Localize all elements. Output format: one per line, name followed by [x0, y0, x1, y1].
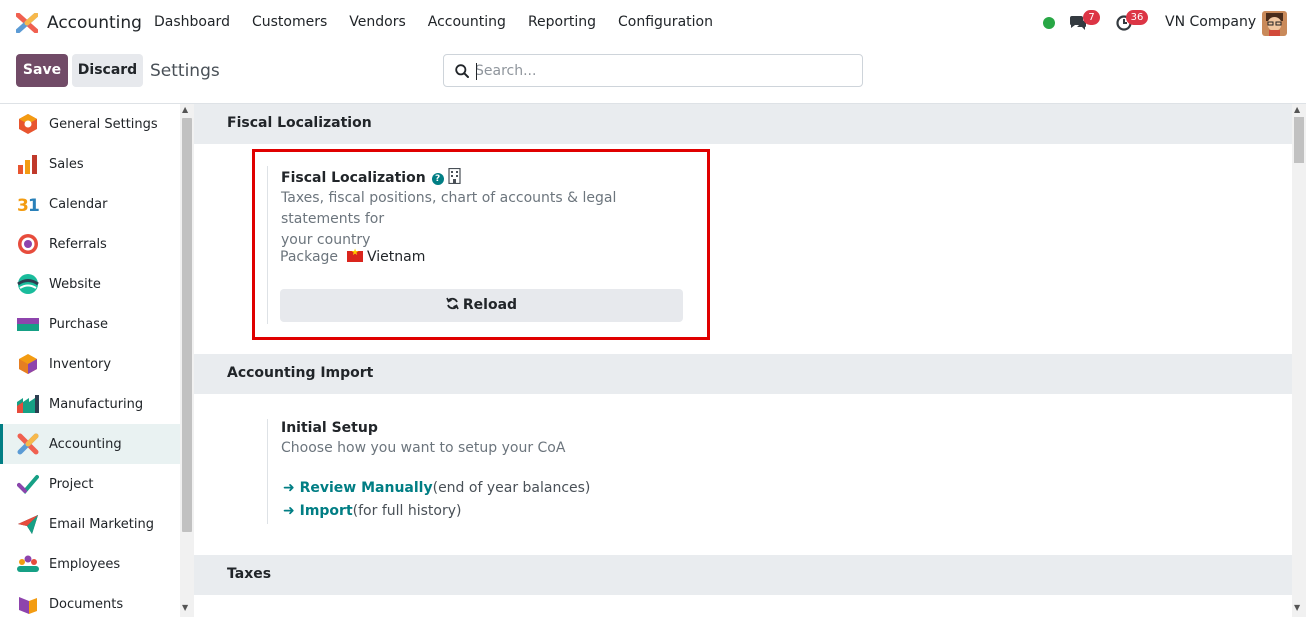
sidebar-item-label: Employees — [49, 556, 121, 572]
section-header-accounting-import: Accounting Import — [194, 354, 1292, 394]
arrow-right-icon: ➜ — [283, 480, 300, 496]
section-header-fiscal-localization: Fiscal Localization — [194, 104, 1292, 144]
review-manually-link[interactable]: Review Manually — [300, 480, 433, 496]
discard-button[interactable]: Discard — [72, 54, 143, 87]
sidebar-item-calendar[interactable]: 3 1 Calendar — [0, 184, 180, 224]
arrow-right-icon: ➜ — [283, 503, 300, 519]
sidebar-item-email-marketing[interactable]: Email Marketing — [0, 504, 180, 544]
review-manually-link-row[interactable]: ➜ Review Manually(end of year balances) — [283, 480, 590, 496]
accounting-app-icon[interactable] — [16, 13, 38, 33]
sidebar-item-inventory[interactable]: Inventory — [0, 344, 180, 384]
activity-count-badge: 36 — [1126, 10, 1148, 25]
scroll-down-icon[interactable]: ▼ — [182, 603, 188, 612]
sidebar-item-purchase[interactable]: Purchase — [0, 304, 180, 344]
section-title: Fiscal Localization — [227, 115, 372, 131]
search-icon — [455, 64, 469, 78]
import-link-row[interactable]: ➜ Import(for full history) — [283, 503, 461, 519]
section-header-taxes: Taxes — [194, 555, 1292, 595]
search-input[interactable] — [475, 61, 855, 81]
sidebar-item-label: Manufacturing — [49, 396, 144, 412]
presence-status-icon[interactable] — [1043, 17, 1055, 29]
sales-icon — [18, 155, 37, 174]
documents-icon — [19, 597, 37, 614]
sidebar-item-referrals[interactable]: Referrals — [0, 224, 180, 264]
sidebar-item-general-settings[interactable]: General Settings — [0, 104, 180, 144]
section-title: Accounting Import — [227, 365, 374, 381]
sidebar-item-label: Project — [49, 476, 94, 492]
sidebar-item-label: General Settings — [49, 116, 158, 132]
menu-accounting[interactable]: Accounting — [428, 14, 506, 30]
sidebar-item-employees[interactable]: Employees — [0, 544, 180, 584]
save-button[interactable]: Save — [16, 54, 68, 87]
sidebar-item-manufacturing[interactable]: Manufacturing — [0, 384, 180, 424]
project-icon — [17, 475, 39, 494]
review-manually-note: (end of year balances) — [432, 480, 591, 496]
user-avatar[interactable] — [1262, 11, 1287, 36]
highlight-box — [252, 149, 710, 340]
accounting-icon — [17, 433, 39, 455]
menu-reporting[interactable]: Reporting — [528, 14, 596, 30]
initial-setup-title: Initial Setup — [281, 420, 378, 436]
page-title: Settings — [150, 61, 220, 81]
calendar-icon: 3 1 — [17, 196, 39, 215]
referrals-icon — [18, 234, 38, 254]
initial-setup-description: Choose how you want to setup your CoA — [281, 440, 566, 456]
import-note: (for full history) — [352, 503, 462, 519]
search-box[interactable] — [443, 54, 863, 87]
scroll-down-icon[interactable]: ▼ — [1294, 603, 1300, 612]
sidebar-item-project[interactable]: Project — [0, 464, 180, 504]
sidebar-item-sales[interactable]: Sales — [0, 144, 180, 184]
main-scrollbar-thumb[interactable] — [1294, 117, 1304, 163]
chat-count-badge: 7 — [1083, 10, 1100, 25]
employees-icon — [17, 555, 39, 572]
menu-dashboard[interactable]: Dashboard — [154, 14, 230, 30]
sidebar-item-label: Purchase — [49, 316, 109, 332]
email-marketing-icon — [18, 515, 38, 534]
main-scrollbar[interactable] — [1292, 104, 1306, 617]
text-caret — [476, 63, 477, 80]
sidebar-item-label: Referrals — [49, 236, 107, 252]
main-menu: Dashboard Customers Vendors Accounting R… — [154, 14, 735, 30]
sidebar-item-label: Accounting — [49, 436, 122, 452]
menu-configuration[interactable]: Configuration — [618, 14, 713, 30]
menu-customers[interactable]: Customers — [252, 14, 327, 30]
section-title: Taxes — [227, 566, 272, 582]
app-name[interactable]: Accounting — [47, 13, 142, 33]
sidebar-item-label: Inventory — [49, 356, 112, 372]
purchase-icon — [17, 318, 39, 331]
general-settings-icon — [19, 114, 37, 134]
settings-sidebar: General Settings Sales 3 1 Calendar Refe… — [0, 104, 180, 617]
sidebar-item-accounting[interactable]: Accounting — [0, 424, 180, 464]
scroll-up-icon[interactable]: ▲ — [1294, 105, 1300, 114]
sidebar-item-label: Website — [49, 276, 101, 292]
sidebar-item-label: Documents — [49, 596, 124, 612]
inventory-icon — [19, 354, 37, 374]
scroll-up-icon[interactable]: ▲ — [182, 105, 188, 114]
sidebar-item-documents[interactable]: Documents — [0, 584, 180, 617]
svg-text:1: 1 — [28, 196, 39, 215]
sidebar-item-label: Sales — [49, 156, 84, 172]
sidebar-scrollbar-thumb[interactable] — [182, 118, 192, 532]
sidebar-item-label: Email Marketing — [49, 516, 154, 532]
top-navbar: Accounting Dashboard Customers Vendors A… — [0, 0, 1306, 46]
sidebar-item-label: Calendar — [49, 196, 108, 212]
menu-vendors[interactable]: Vendors — [349, 14, 405, 30]
manufacturing-icon — [17, 395, 39, 413]
import-link[interactable]: Import — [300, 503, 353, 519]
sidebar-item-website[interactable]: Website — [0, 264, 180, 304]
website-icon — [17, 274, 39, 294]
company-switcher[interactable]: VN Company — [1165, 14, 1256, 30]
